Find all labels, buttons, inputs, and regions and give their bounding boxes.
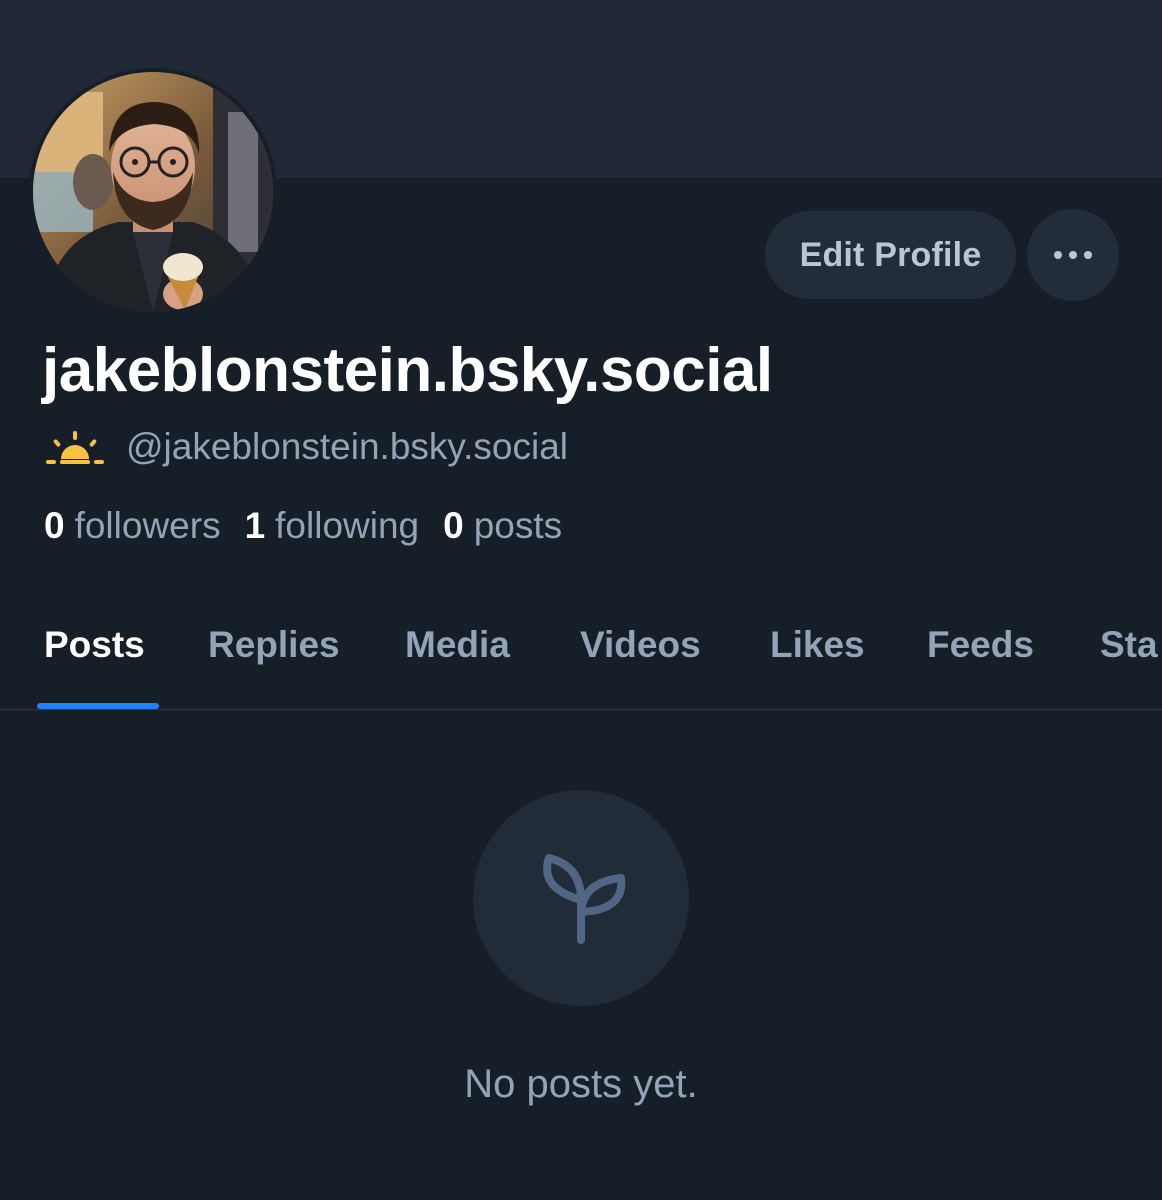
- tab-posts[interactable]: Posts: [44, 624, 145, 666]
- profile-tabs: Posts Replies Media Videos Likes Feeds S…: [0, 600, 1162, 710]
- display-name: jakeblonstein.bsky.social: [42, 336, 773, 405]
- following-stat[interactable]: 1 following: [245, 505, 420, 547]
- ellipsis-icon: [1054, 251, 1092, 259]
- tab-likes[interactable]: Likes: [770, 624, 865, 666]
- avatar[interactable]: [29, 68, 277, 316]
- sunrise-icon: [46, 431, 104, 464]
- tab-videos[interactable]: Videos: [580, 624, 701, 666]
- avatar-photo: [33, 72, 273, 312]
- followers-count: 0: [44, 505, 65, 546]
- posts-label: posts: [473, 505, 563, 546]
- profile-page: Edit Profile jakeblonstein.bsky.social @…: [0, 0, 1162, 1200]
- tab-feeds[interactable]: Feeds: [927, 624, 1034, 666]
- tab-starter-packs[interactable]: Sta: [1100, 624, 1158, 666]
- following-label: following: [275, 505, 420, 546]
- tab-media[interactable]: Media: [405, 624, 510, 666]
- more-options-button[interactable]: [1027, 209, 1119, 301]
- posts-stat: 0 posts: [443, 505, 562, 547]
- followers-stat[interactable]: 0 followers: [44, 505, 221, 547]
- empty-state-message: No posts yet.: [464, 1062, 698, 1106]
- following-count: 1: [244, 505, 266, 546]
- handle-row: @jakeblonstein.bsky.social: [46, 422, 568, 472]
- posts-count: 0: [443, 505, 464, 546]
- empty-state-icon-container: [473, 790, 689, 1006]
- handle-text: @jakeblonstein.bsky.social: [126, 426, 569, 467]
- followers-label: followers: [74, 505, 221, 546]
- edit-profile-label: Edit Profile: [799, 235, 982, 274]
- tab-replies[interactable]: Replies: [208, 624, 340, 666]
- seedling-icon: [543, 854, 626, 944]
- active-tab-indicator: [37, 703, 159, 709]
- profile-stats: 0 followers 1 following 0 posts: [44, 500, 586, 552]
- edit-profile-button[interactable]: Edit Profile: [765, 211, 1016, 299]
